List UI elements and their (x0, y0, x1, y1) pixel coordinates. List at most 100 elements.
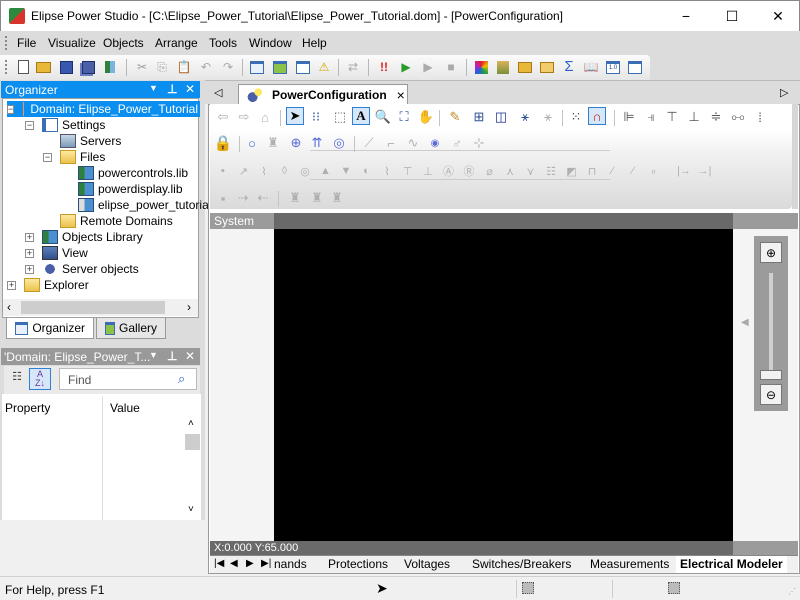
sheet-tab-protections[interactable]: Protections (328, 557, 388, 574)
dc-line-icon[interactable]: ⁄ (604, 162, 622, 180)
menu-visualize[interactable]: Visualize (48, 36, 96, 50)
new-file-icon[interactable] (15, 59, 31, 75)
menu-objects[interactable]: Objects (103, 36, 144, 50)
input-terminal-icon[interactable]: ▪ (214, 189, 232, 207)
transformer-3w-icon[interactable]: ◎ (296, 162, 314, 180)
drawing-canvas[interactable] (274, 229, 733, 541)
sum-icon[interactable]: Σ (561, 59, 577, 75)
sheet-tab-voltages[interactable]: Voltages (404, 557, 450, 574)
align-right-icon[interactable]: ⫣ (642, 108, 660, 126)
home-icon[interactable]: ⌂ (256, 108, 274, 126)
menu-file[interactable]: File (17, 36, 36, 50)
fuse-icon[interactable]: ⌇ (255, 162, 273, 180)
zoom-fit-icon[interactable]: ⛶ (395, 108, 413, 126)
tower-a-icon[interactable]: ♜ (286, 189, 304, 207)
tree-item[interactable]: + Server objects (25, 261, 139, 277)
terminal-right-icon[interactable]: →| (696, 162, 714, 180)
resize-grip-icon[interactable]: ⋰ (788, 587, 796, 596)
zoom-tool-icon[interactable]: 🔍 (374, 108, 392, 126)
scroll-thumb[interactable] (21, 301, 165, 314)
zoom-slider-thumb[interactable] (760, 370, 782, 380)
scroll-thumb[interactable] (185, 434, 200, 450)
zoom-slider-track[interactable] (769, 273, 773, 371)
inverter-icon[interactable]: ◩ (563, 162, 581, 180)
battery-icon[interactable]: ⊓ (583, 162, 601, 180)
collapse-panel-icon[interactable]: ◀ (741, 317, 749, 328)
sheet-tab-commands[interactable]: nands (274, 557, 307, 574)
object-wizard-icon[interactable] (495, 59, 511, 75)
generator-arrows-icon[interactable]: ⇈ (308, 134, 326, 152)
pan-hand-icon[interactable]: ✋ (417, 108, 435, 126)
select-pointer-icon[interactable]: ➤ (286, 107, 304, 125)
paste-icon[interactable]: 📋 (176, 59, 192, 75)
align-left-icon[interactable]: ⊫ (620, 108, 638, 126)
tabs-scroll-left-icon[interactable]: ◁ (214, 86, 222, 99)
sheet-tab-electrical-modeler[interactable]: Electrical Modeler (676, 556, 787, 573)
tree-item[interactable]: Remote Domains (43, 213, 173, 229)
tower-c-icon[interactable]: ♜ (328, 189, 346, 207)
scroll-right-icon[interactable]: › (187, 300, 191, 314)
run-all-icon[interactable]: !! (376, 59, 392, 75)
first-sheet-button[interactable]: |◀ (214, 558, 224, 575)
breaker-icon[interactable]: ⌀ (481, 162, 499, 180)
tower-icon[interactable]: ♜ (264, 134, 282, 152)
busbar-icon[interactable]: ▪ (214, 162, 232, 180)
terminal-left-icon[interactable]: |→ (675, 162, 693, 180)
search-icon[interactable]: ⌕ (178, 371, 185, 387)
menu-tools[interactable]: Tools (209, 36, 237, 50)
copy-icon[interactable]: ⎘ (154, 59, 170, 75)
center-vertical-icon[interactable]: ≑ (707, 108, 725, 126)
ammeter-icon[interactable]: Ⓐ (440, 162, 458, 180)
shunt-icon[interactable]: ⊥ (419, 162, 437, 180)
organizer-hscrollbar[interactable]: ‹ › (3, 299, 198, 316)
lock-icon[interactable]: 🔒 (214, 134, 233, 152)
close-button[interactable]: ✕ (755, 1, 800, 31)
expand-icon[interactable]: + (7, 280, 16, 290)
organizer-view-icon[interactable] (249, 59, 265, 75)
tab-close-icon[interactable]: × (397, 87, 405, 103)
tree-item[interactable]: + Explorer (7, 277, 89, 293)
edit-diagram-icon[interactable]: ⊞ (470, 108, 488, 126)
properties-view-icon[interactable] (295, 59, 311, 75)
organizer-pin-icon[interactable]: ⊥ (167, 82, 177, 96)
minimize-button[interactable]: − (663, 1, 709, 31)
prev-sheet-button[interactable]: ◀ (230, 558, 238, 575)
version-icon[interactable]: 1.0 (605, 59, 621, 75)
tab-powerconfiguration[interactable]: PowerConfiguration × (238, 84, 408, 105)
meter-icon[interactable]: ◎ (330, 134, 348, 152)
lasso-select-icon[interactable]: ⬚ (331, 108, 349, 126)
tree-item[interactable]: − Settings (25, 117, 105, 133)
tree-item[interactable]: − Files (43, 149, 105, 165)
forward-terminal-icon[interactable]: ⇢ (234, 189, 252, 207)
distribute-icon[interactable]: ⁝⁝ (307, 108, 325, 126)
menu-help[interactable]: Help (302, 36, 327, 50)
menu-window[interactable]: Window (249, 36, 292, 50)
align-top-icon[interactable]: ⊤ (663, 108, 681, 126)
tab-gallery[interactable]: Gallery (96, 318, 166, 339)
motor-icon[interactable]: ◐ (358, 162, 376, 180)
connector-icon[interactable]: ♂ (448, 134, 466, 152)
topology-wizard-icon[interactable]: ⚹ (516, 108, 534, 126)
capacitor-icon[interactable]: ⊤ (399, 162, 417, 180)
execute-icon[interactable]: ▶ (420, 59, 436, 75)
bus-node-icon[interactable]: ⊹ (470, 134, 488, 152)
tree-item[interactable]: Servers (43, 133, 121, 149)
reactor-icon[interactable]: ⌇ (378, 162, 396, 180)
next-sheet-button[interactable]: ▶ (246, 558, 254, 575)
expand-icon[interactable]: + (25, 264, 34, 274)
switch-icon[interactable]: ↗ (235, 162, 253, 180)
collapse-icon[interactable]: − (43, 152, 52, 162)
alphabetical-sort-icon[interactable]: A Z↓ (29, 368, 51, 390)
panel-icon[interactable]: ☷ (542, 162, 560, 180)
forward-arrow-icon[interactable]: ⇨ (235, 108, 253, 126)
same-size-icon[interactable]: ⁞ (751, 108, 769, 126)
column-divider[interactable] (102, 396, 103, 520)
save-all-icon[interactable] (80, 59, 96, 75)
gallery-view-icon[interactable] (272, 59, 288, 75)
tower-b-icon[interactable]: ♜ (308, 189, 326, 207)
polyline-tool-icon[interactable]: ⌐ (382, 134, 400, 152)
grid-icon[interactable]: ⁙ (567, 108, 585, 126)
load-down-icon[interactable]: ▼ (337, 162, 355, 180)
text-tool-icon[interactable]: A (352, 107, 370, 125)
relay-icon[interactable]: Ⓡ (460, 162, 478, 180)
